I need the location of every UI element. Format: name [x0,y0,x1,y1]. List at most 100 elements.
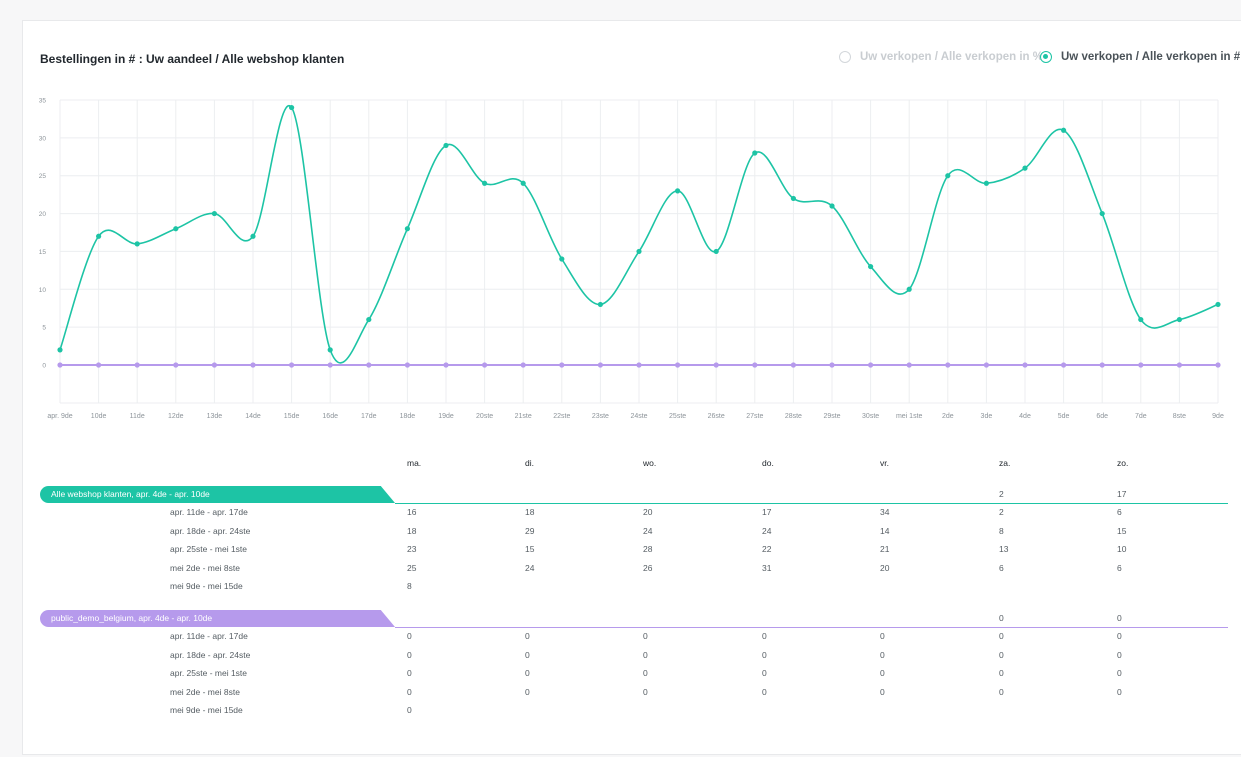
x-tick-label: 23ste [592,413,609,420]
data-point [482,180,488,186]
table-cell: 0 [525,631,530,641]
data-point [404,362,410,368]
table-cell: 0 [762,668,767,679]
table-cell: 0 [643,668,648,679]
line-chart: 0 5 10 15 20 25 30 35 apr. 9de 10de 11de 12de 13de 1… [39,98,1224,421]
table-cell: 0 [880,631,885,641]
data-point [443,142,449,149]
x-tick-label: mei 1ste [896,413,923,420]
data-point [829,203,835,209]
y-axis: 0 5 10 15 20 25 30 35 [39,98,47,370]
data-point [790,362,797,368]
x-tick-label: 5de [1058,413,1070,420]
x-tick-label: 12de [168,413,184,420]
data-point [366,362,372,368]
table-cell: 2 [999,507,1004,517]
data-point [96,362,102,368]
data-point [1215,301,1221,308]
x-axis: apr. 9de 10de 11de 12de 13de 14de 15de 16de 17de… [47,413,1224,420]
data-point [1138,316,1144,323]
table-cell: 29 [525,525,535,536]
data-point [1176,316,1182,323]
day-header: za. [999,458,1011,468]
table-cell: 2 [999,489,1004,499]
table-cell: 0 [880,686,885,697]
data-point [1099,362,1105,368]
x-tick-label: 20ste [476,413,493,420]
data-point [327,347,333,353]
y-tick-label: 15 [39,249,47,256]
data-point [211,362,217,368]
data-point [829,362,835,368]
x-tick-label: 24ste [630,413,647,420]
table-cell: 0 [1117,668,1122,679]
x-tick-label: 22ste [553,413,570,420]
x-tick-label: 25ste [669,413,686,420]
data-point [482,362,488,368]
row-label: mei 9de - mei 15de [170,581,243,592]
x-tick-label: 13de [207,413,223,420]
day-header: do. [762,458,774,468]
x-tick-label: 26ste [708,413,725,420]
x-tick-label: 18de [400,413,416,420]
data-point [636,362,642,368]
table-cell: 8 [999,525,1004,536]
row-label: apr. 18de - apr. 24ste [170,525,251,536]
data-point [868,362,874,368]
group-divider [395,627,1228,628]
x-tick-label: 10de [91,413,107,420]
table-cell: 16 [407,507,417,517]
group-label: Alle webshop klanten, apr. 4de - apr. 10… [40,486,395,503]
data-point [790,195,797,202]
data-point [173,362,179,368]
data-point [906,286,912,292]
data-point [289,104,295,111]
x-tick-label: 21ste [515,413,532,420]
data-point [1215,362,1221,368]
table-cell: 0 [525,686,530,697]
row-label: apr. 25ste - mei 1ste [170,668,248,679]
x-tick-label: 28ste [785,413,802,420]
data-point [173,226,179,232]
data-point [250,233,256,239]
table-cell: 0 [643,631,648,641]
x-tick-label: 8ste [1173,413,1186,420]
x-tick-label: 29ste [823,413,840,420]
table-cell: 0 [999,686,1004,697]
table-cell: 22 [762,544,772,555]
table-cell: 17 [1117,489,1127,499]
table-cell: 25 [407,562,417,573]
table-cell: 0 [1117,613,1122,623]
row-label: apr. 11de - apr. 17de [170,507,248,517]
data-point [1138,362,1144,368]
day-header: ma. [407,458,422,468]
table-cell: 20 [880,562,890,573]
day-header: vr. [880,458,889,468]
group-divider [395,503,1228,504]
data-point [1176,362,1182,368]
table-cell: 20 [643,507,653,517]
data-point [597,362,604,368]
data-point [752,362,758,368]
data-point [906,362,912,368]
x-tick-label: 19de [438,413,454,420]
data-point [1061,362,1067,368]
table-cell: 13 [999,544,1009,555]
data-point [1022,165,1028,171]
data-point [520,180,526,186]
x-tick-label: 7de [1135,413,1147,420]
day-header: di. [525,458,534,468]
data-point [57,347,63,353]
x-tick-label: 15de [284,413,300,420]
day-header: wo. [643,458,657,468]
table-cell: 6 [999,562,1004,573]
table-cell: 0 [999,613,1004,623]
data-point [327,362,333,368]
table-cell: 0 [1117,686,1122,697]
data-point [559,256,565,262]
data-point [983,180,990,186]
table-cell: 0 [643,649,648,660]
x-tick-label: 30ste [862,413,879,420]
table-cell: 23 [407,544,417,555]
table-cell: 24 [762,525,772,536]
